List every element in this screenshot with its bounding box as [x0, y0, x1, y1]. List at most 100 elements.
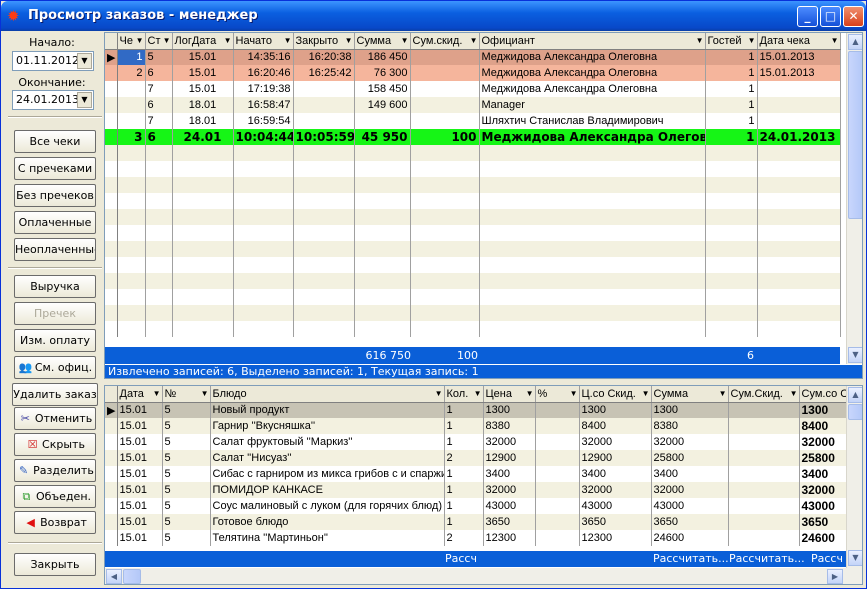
column-header[interactable]: Закрыто ▼	[293, 33, 355, 50]
chevron-down-icon[interactable]: ▼	[526, 389, 534, 398]
table-cell: 8380	[483, 418, 536, 434]
scroll-up-icon[interactable]: ▲	[848, 387, 862, 403]
chevron-down-icon[interactable]: ▼	[748, 36, 756, 45]
table-row[interactable]: 15.01 5 Гарнир ''Вкусняшка'' 1 8380 8400 8380 8…	[105, 418, 862, 434]
with-precheck-button[interactable]: С пречеками	[14, 157, 96, 180]
chevron-down-icon[interactable]: ▼	[77, 92, 92, 108]
scroll-up-icon[interactable]: ▲	[848, 34, 862, 50]
chevron-down-icon[interactable]: ▼	[790, 389, 798, 398]
minimize-button[interactable]: _	[797, 6, 818, 27]
orders-vertical-scrollbar[interactable]: ▲ ▼	[846, 33, 862, 364]
scroll-right-icon[interactable]: ▶	[827, 569, 843, 584]
delete-order-button[interactable]: Удалить заказ	[12, 383, 98, 406]
scroll-thumb[interactable]	[848, 51, 862, 219]
items-grid[interactable]: Дата ▼ № ▼ Блюдо ▼ Кол. ▼ Цена ▼% ▼ Ц.со Скид. ▼ Сумм…	[104, 385, 863, 585]
title-bar[interactable]: ✹ Просмотр заказов - менеджер _ □ ✕	[1, 1, 866, 31]
column-header[interactable]: Начато ▼	[233, 33, 294, 50]
column-header[interactable]: № ▼	[162, 386, 211, 403]
scroll-left-icon[interactable]: ◀	[106, 569, 122, 584]
table-row[interactable]: 7 18.01 16:59:54 Шляхтич Станислав Владимир…	[105, 113, 841, 129]
qty-calc-link[interactable]: Рассч	[445, 552, 477, 565]
column-header[interactable]: Ст ▼	[145, 33, 173, 50]
split-button[interactable]: ✎ Разделить	[14, 459, 96, 482]
chevron-down-icon[interactable]: ▼	[284, 36, 292, 45]
table-row[interactable]: 7 15.01 17:19:38 158 450 Меджидова Александр…	[105, 81, 841, 97]
disc-calc-link[interactable]: Рассчитать...	[729, 552, 805, 565]
chevron-down-icon[interactable]: ▼	[163, 36, 171, 45]
paid-button[interactable]: Оплаченные	[14, 211, 96, 234]
chevron-down-icon[interactable]: ▼	[474, 389, 482, 398]
chevron-down-icon[interactable]: ▼	[642, 389, 650, 398]
column-header[interactable]: Дата ▼	[117, 386, 163, 403]
table-row[interactable]: ▶ 15.01 5 Новый продукт 1 1300 1300 1300 1300	[105, 402, 862, 418]
chevron-down-icon[interactable]: ▼	[136, 36, 144, 45]
total-calc-link[interactable]: Рассч	[811, 552, 843, 565]
table-row[interactable]: 15.01 5 Телятина ''Мартиньон'' 2 12300 12300 2…	[105, 530, 862, 546]
merge-button[interactable]: ⧉ Объеден.	[14, 485, 96, 508]
chevron-down-icon[interactable]: ▼	[696, 36, 704, 45]
sum-calc-link[interactable]: Рассчитать...	[653, 552, 729, 565]
close-button[interactable]: Закрыть	[14, 553, 96, 576]
table-row[interactable]: ▶ 1 5 15.01 14:35:16 16:20:38 186 450 Меджидова…	[105, 49, 841, 65]
return-button[interactable]: ◀ Возврат	[14, 511, 96, 534]
table-row[interactable]: 6 18.01 16:58:47 149 600 Manager 1	[105, 97, 841, 113]
table-cell	[535, 530, 580, 546]
chevron-down-icon[interactable]: ▼	[401, 36, 409, 45]
chevron-down-icon[interactable]: ▼	[224, 36, 232, 45]
scroll-thumb[interactable]	[848, 404, 862, 420]
chevron-down-icon[interactable]: ▼	[470, 36, 478, 45]
scroll-down-icon[interactable]: ▼	[848, 347, 862, 363]
table-row[interactable]: 3 6 24.01 10:04:44 10:05:59 45 950 100 Меджидов…	[105, 129, 841, 145]
column-header[interactable]: ЛогДата ▼	[172, 33, 234, 50]
table-row[interactable]: 15.01 5 Салат фруктовый ''Маркиз'' 1 32000 32…	[105, 434, 862, 450]
column-header[interactable]: Гостей ▼	[705, 33, 758, 50]
chevron-down-icon[interactable]: ▼	[201, 389, 209, 398]
see-waiter-button[interactable]: 👥 См. офиц.	[14, 356, 96, 379]
empty-cell	[172, 145, 234, 161]
chevron-down-icon[interactable]: ▼	[153, 389, 161, 398]
column-header[interactable]: Ц.со Скид. ▼	[579, 386, 652, 403]
revenue-button[interactable]: Выручка	[14, 275, 96, 298]
cancel-button[interactable]: ✂ Отменить	[14, 407, 96, 430]
chevron-down-icon[interactable]: ▼	[831, 36, 839, 45]
items-horizontal-scrollbar[interactable]: ◀ ▶	[105, 568, 862, 584]
table-row[interactable]: 15.01 5 Готовое блюдо 1 3650 3650 3650 3650	[105, 514, 862, 530]
column-header[interactable]: Дата чека ▼	[757, 33, 841, 50]
close-window-button[interactable]: ✕	[843, 6, 864, 27]
chevron-down-icon[interactable]: ▼	[345, 36, 353, 45]
empty-cell	[479, 273, 706, 289]
column-header[interactable]: Че ▼	[117, 33, 146, 50]
column-header[interactable]: Сум.Скид. ▼	[728, 386, 800, 403]
scroll-down-icon[interactable]: ▼	[848, 550, 862, 566]
change-payment-button[interactable]: Изм. оплату	[14, 329, 96, 352]
column-header[interactable]: Кол. ▼	[444, 386, 484, 403]
column-header[interactable]: Сумма ▼	[651, 386, 729, 403]
maximize-button[interactable]: □	[820, 6, 841, 27]
orders-grid[interactable]: Че ▼ Ст ▼ ЛогДата ▼ Начато ▼ Закрыто ▼ Сумма ▼ Сум.с…	[104, 32, 863, 379]
table-row[interactable]: 15.01 5 Салат ''Нисуаз'' 2 12900 12900 25800 25…	[105, 450, 862, 466]
column-header[interactable]: % ▼	[535, 386, 580, 403]
table-cell: 45 950	[354, 129, 411, 145]
table-row[interactable]: 2 6 15.01 16:20:46 16:25:42 76 300 Меджидова А…	[105, 65, 841, 81]
unpaid-button[interactable]: Неоплаченные	[14, 238, 96, 261]
table-row[interactable]: 15.01 5 ПОМИДОР КАНКАСЕ 1 32000 32000 32000 320…	[105, 482, 862, 498]
chevron-down-icon[interactable]: ▼	[719, 389, 727, 398]
items-vertical-scrollbar[interactable]: ▲ ▼	[846, 386, 862, 568]
empty-cell	[410, 321, 480, 337]
chevron-down-icon[interactable]: ▼	[435, 389, 443, 398]
no-precheck-button[interactable]: Без пречеков	[14, 184, 96, 207]
column-header[interactable]: Официант ▼	[479, 33, 706, 50]
table-row[interactable]: 15.01 5 Сибас с гарниром из микса грибов с…	[105, 466, 862, 482]
chevron-down-icon[interactable]: ▼	[77, 53, 92, 69]
end-date-combo[interactable]: 24.01.2013 ▼	[12, 90, 94, 110]
column-header[interactable]: Блюдо ▼	[210, 386, 445, 403]
column-header[interactable]: Сум.скид. ▼	[410, 33, 480, 50]
start-date-combo[interactable]: 01.11.2012 ▼	[12, 51, 94, 71]
column-header[interactable]: Сумма ▼	[354, 33, 411, 50]
all-checks-button[interactable]: Все чеки	[14, 130, 96, 153]
hide-button[interactable]: ☒ Скрыть	[14, 433, 96, 456]
chevron-down-icon[interactable]: ▼	[570, 389, 578, 398]
table-row[interactable]: 15.01 5 Соус малиновый с луком (для горячи…	[105, 498, 862, 514]
column-header[interactable]: Цена ▼	[483, 386, 536, 403]
scroll-thumb[interactable]	[123, 569, 141, 584]
